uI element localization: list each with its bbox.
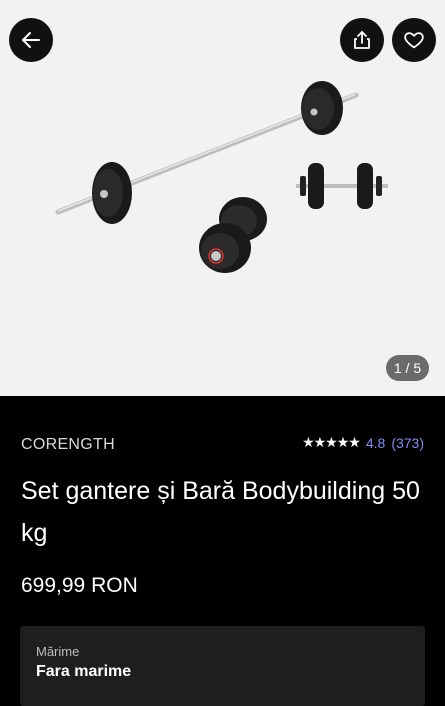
product-image <box>55 81 388 273</box>
product-gallery[interactable]: 1 / 5 <box>0 0 445 396</box>
brand-name[interactable]: CORENGTH <box>21 436 115 454</box>
share-button[interactable] <box>340 18 384 62</box>
favorite-button[interactable] <box>392 18 436 62</box>
rating-summary[interactable]: ★★★★★ 4.8 (373) <box>302 434 424 451</box>
size-value: Fara marime <box>36 663 132 680</box>
heart-icon <box>404 32 424 49</box>
size-selector[interactable]: Mărime Fara marime <box>20 626 425 706</box>
product-info: CORENGTH ★★★★★ 4.8 (373) Set gantere și … <box>0 396 445 706</box>
size-label: Mărime <box>36 644 80 659</box>
back-button[interactable] <box>9 18 53 62</box>
image-counter: 1 / 5 <box>386 355 429 381</box>
product-price: 699,99 RON <box>21 574 138 597</box>
arrow-left-icon <box>22 32 40 48</box>
star-icon: ★★★★★ <box>302 434 361 450</box>
rating-value: 4.8 <box>365 434 386 451</box>
share-icon <box>354 31 370 49</box>
product-title: Set gantere și Bară Bodybuilding 50 kg <box>21 477 420 547</box>
review-count: (373) <box>391 434 424 451</box>
